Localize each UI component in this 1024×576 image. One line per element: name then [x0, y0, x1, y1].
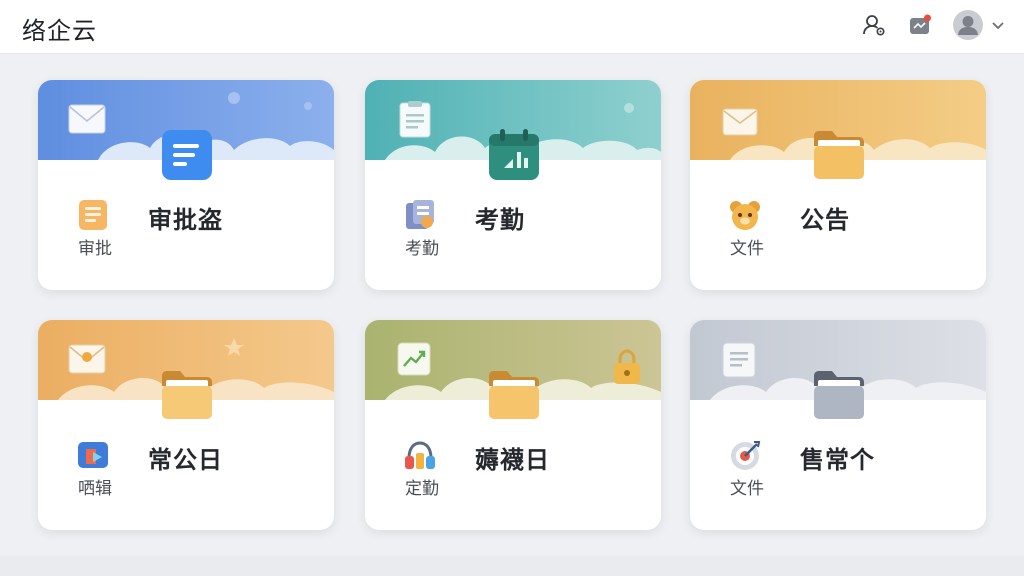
user-avatar-icon[interactable] — [952, 9, 984, 41]
document-icon — [162, 130, 212, 180]
card-schedule[interactable]: 定勤 薅襪日 — [365, 320, 661, 530]
bottom-strip — [0, 556, 1024, 576]
card-title: 薅襪日 — [475, 446, 550, 474]
chevron-down-icon[interactable] — [990, 17, 1006, 33]
card-title: 审批盗 — [148, 206, 223, 234]
attendance-icon — [406, 200, 434, 229]
clipboard-icon — [399, 101, 431, 138]
document-icon — [79, 200, 107, 230]
card-announcement[interactable]: 文件 公告 — [690, 80, 986, 290]
folder-icon — [162, 371, 212, 419]
folder-icon — [814, 131, 864, 179]
top-bar: 络企云 — [0, 0, 1024, 54]
folder-icon — [814, 371, 864, 419]
bear-icon — [730, 201, 760, 230]
card-personal[interactable]: 文件 售常个 — [690, 320, 986, 530]
card-title: 考勤 — [475, 206, 525, 234]
envelope-icon — [68, 344, 106, 374]
folder-icon — [489, 371, 539, 419]
calendar-icon — [489, 129, 539, 180]
card-title: 公告 — [800, 206, 850, 234]
target-icon — [731, 441, 761, 470]
headphones-icon — [405, 441, 435, 469]
card-small-label: 文件 — [730, 479, 764, 499]
envelope-icon — [68, 104, 106, 134]
card-small-label: 定勤 — [405, 479, 439, 499]
envelope-icon — [722, 108, 758, 136]
card-small-label: 审批 — [78, 239, 112, 259]
card-attendance[interactable]: 考勤 考勤 — [365, 80, 661, 290]
card-title: 售常个 — [800, 446, 875, 474]
card-approval[interactable]: 审批 审批盗 — [38, 80, 334, 290]
card-small-label: 考勤 — [405, 239, 439, 259]
chart-icon — [397, 342, 431, 376]
lock-icon — [614, 349, 640, 384]
document-icon — [722, 342, 756, 378]
card-small-label: 文件 — [730, 239, 764, 259]
message-notification-icon[interactable] — [907, 12, 933, 38]
card-daily[interactable]: 哂辑 常公日 — [38, 320, 334, 530]
card-title: 常公日 — [148, 446, 223, 474]
app-title: 络企云 — [22, 17, 97, 45]
app-icon — [78, 442, 108, 468]
card-small-label: 哂辑 — [78, 479, 112, 499]
user-settings-icon[interactable] — [861, 12, 887, 38]
